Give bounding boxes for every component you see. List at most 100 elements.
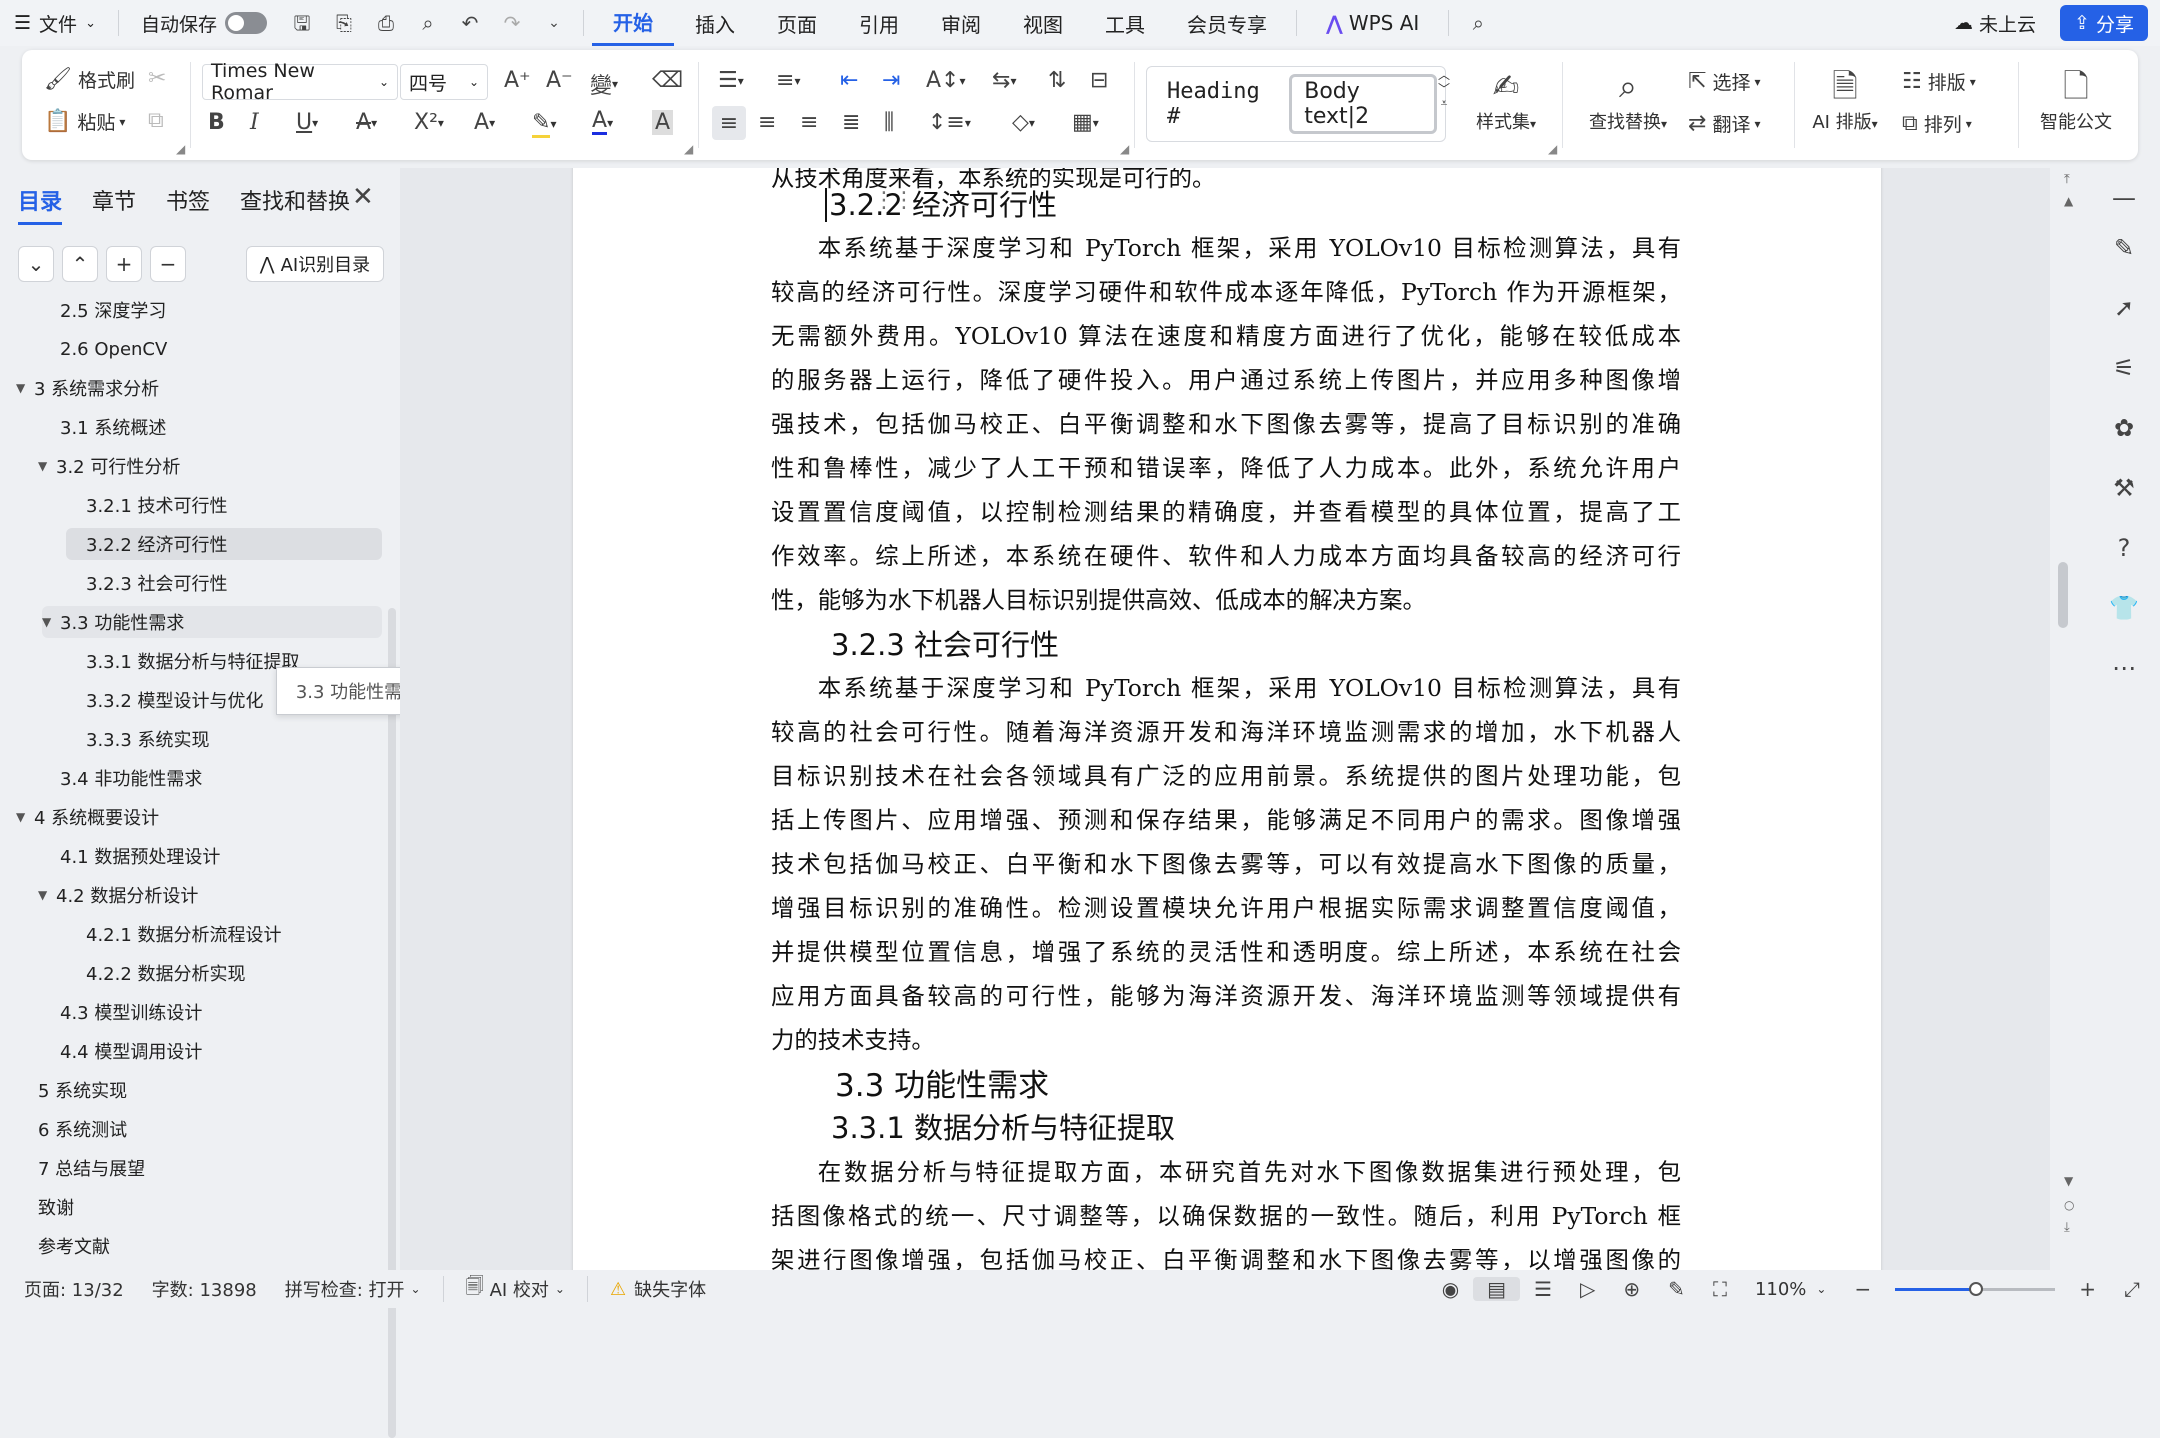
highlight-icon[interactable]: ✎ ▾ (532, 110, 556, 138)
toc-item[interactable]: ▼ 3.3 功能性需求 (42, 606, 382, 638)
pen-icon[interactable]: ✎ (2106, 230, 2142, 266)
toggle-switch[interactable] (224, 12, 267, 34)
word-count[interactable]: 字数: 13898 (138, 1276, 271, 1302)
numbering-icon[interactable]: ≡ ▾ (776, 68, 800, 93)
bold-icon[interactable]: B (208, 110, 225, 135)
tab-toc[interactable]: 目录 (18, 184, 63, 225)
play-icon[interactable]: ▷ (1566, 1277, 1609, 1301)
tab-sections[interactable]: 章节 (92, 184, 136, 225)
toc-item[interactable]: 致谢 (38, 1191, 74, 1223)
scroll-down-icon[interactable]: ▼ (2064, 1174, 2073, 1188)
font-launcher-icon[interactable]: ◢ (684, 142, 693, 156)
toc-item[interactable]: 3.3.1 数据分析与特征提取 (86, 645, 300, 677)
tab-page[interactable]: 页面 (756, 0, 838, 46)
clipboard-launcher-icon[interactable]: ◢ (176, 142, 185, 156)
ai-proofread[interactable]: 🗐 AI 校对 ⌄ (452, 1274, 579, 1304)
ai-toc-button[interactable]: ⋀ AI识别目录 (246, 246, 384, 282)
char-shading-icon[interactable]: A (652, 110, 674, 135)
translate-button[interactable]: ⇄ 翻译 ▾ (1688, 110, 1760, 137)
document-scrollbar[interactable]: ⤒ ▲ ▼ ○ ⤓ (2054, 168, 2086, 1270)
bullets-icon[interactable]: ☰ ▾ (718, 68, 744, 93)
expand-triangle-icon[interactable]: ▼ (16, 810, 34, 824)
cut-button[interactable]: ✂ (148, 66, 166, 91)
toc-item[interactable]: ▼ 3 系统需求分析 (16, 372, 159, 404)
browse-object-icon[interactable]: ○ (2064, 1198, 2074, 1212)
expand-triangle-icon[interactable]: ▼ (42, 615, 60, 629)
print-icon[interactable]: ⎙ (375, 12, 397, 34)
outline-view-icon[interactable]: ☰ (1520, 1277, 1566, 1301)
copy-button[interactable]: ⧉ (148, 108, 164, 133)
tab-references[interactable]: 引用 (838, 0, 920, 46)
zoom-out-icon[interactable]: − (1840, 1277, 1885, 1301)
tab-insert[interactable]: 插入 (674, 0, 756, 46)
paragraph-launcher-icon[interactable]: ◢ (1120, 142, 1129, 156)
toc-item[interactable]: 3.2.3 社会可行性 (86, 567, 228, 599)
zoom-in-icon[interactable]: + (2065, 1277, 2110, 1301)
autosave-toggle[interactable]: 自动保存 (127, 0, 281, 46)
scroll-thumb[interactable] (2058, 562, 2068, 628)
tab-view[interactable]: 视图 (1002, 0, 1084, 46)
style-set-button[interactable]: ✍ 样式集▾ (1466, 64, 1546, 134)
decrease-indent-icon[interactable]: ⇤ (840, 68, 858, 93)
ai-layout-button[interactable]: 🗎 AI 排版▾ (1802, 64, 1888, 134)
toc-item[interactable]: 3.4 非功能性需求 (60, 762, 202, 794)
zoom-slider-knob[interactable] (1969, 1281, 1984, 1296)
page-view-icon[interactable]: ▤ (1473, 1277, 1521, 1301)
line-break-icon[interactable]: ⇆ ▾ (992, 68, 1016, 93)
toc-item[interactable]: ▼ 4.2 数据分析设计 (38, 879, 198, 911)
sliders-icon[interactable]: ⚟ (2106, 350, 2142, 386)
toc-item[interactable]: 2.5 深度学习 (60, 294, 166, 326)
tab-member[interactable]: 会员专享 (1166, 0, 1288, 46)
toc-item[interactable]: 4.3 模型训练设计 (60, 996, 202, 1028)
shrink-font-icon[interactable]: A⁻ (546, 68, 573, 93)
share-button[interactable]: ⇪ 分享 (2060, 5, 2148, 41)
fit-page-icon[interactable]: ⛶ (1699, 1277, 1741, 1301)
expand-up-button[interactable]: ⌃ (62, 246, 98, 282)
web-view-icon[interactable]: ⊕ (1609, 1277, 1654, 1301)
toc-item[interactable]: ▼ 3.2 可行性分析 (38, 450, 180, 482)
select-button[interactable]: ⇱ 选择 ▾ (1688, 68, 1760, 95)
sort-icon[interactable]: ⇅ (1048, 68, 1066, 93)
toc-item[interactable]: 3.3.3 系统实现 (86, 723, 210, 755)
line-spacing-icon[interactable]: ↕≡ ▾ (928, 110, 971, 135)
show-marks-icon[interactable]: ⊟ (1090, 68, 1108, 93)
sidebar-scrollbar[interactable] (388, 608, 396, 1438)
file-menu[interactable]: ☰ 文件 ⌄ (0, 0, 110, 46)
italic-icon[interactable]: I (250, 110, 259, 135)
layout-button[interactable]: ☷ 排版 ▾ (1902, 68, 1976, 95)
search-icon[interactable]: ⌕ (1467, 12, 1489, 34)
collapse-all-button[interactable]: ⌄ (18, 246, 54, 282)
sticker-icon[interactable]: ✿ (2106, 410, 2142, 446)
toc-item[interactable]: 3.3.2 模型设计与优化 (86, 684, 264, 716)
eye-protection-icon[interactable]: ◉ (1428, 1277, 1473, 1301)
scroll-top-icon[interactable]: ⤒ (2064, 172, 2070, 187)
tab-home[interactable]: 开始 (591, 0, 674, 46)
zoom-slider[interactable] (1895, 1281, 2056, 1296)
toc-item[interactable]: 3.1 系统概述 (60, 411, 166, 443)
minimize-panel-icon[interactable]: — (2106, 180, 2142, 216)
tab-tools[interactable]: 工具 (1084, 0, 1166, 46)
toc-item[interactable]: 4.1 数据预处理设计 (60, 840, 220, 872)
undo-icon[interactable]: ↶ (459, 12, 481, 34)
smart-document-button[interactable]: 🗋 智能公文 (2026, 64, 2126, 134)
style-heading[interactable]: Heading # (1155, 74, 1289, 134)
toc-item[interactable]: 3.2.2 经济可行性 (66, 528, 382, 560)
zoom-level[interactable]: 110% ⌄ (1741, 1279, 1841, 1300)
underline-icon[interactable]: U ▾ (296, 110, 318, 135)
toc-item[interactable]: ▼ 4 系统概要设计 (16, 801, 159, 833)
toc-item[interactable]: 2.6 OpenCV (60, 333, 167, 365)
expand-triangle-icon[interactable]: ▼ (38, 459, 56, 473)
increase-indent-icon[interactable]: ⇥ (882, 68, 900, 93)
tab-bookmarks[interactable]: 书签 (166, 184, 210, 225)
page-indicator[interactable]: 页面: 13/32 (0, 1276, 138, 1302)
fullscreen-icon[interactable]: ⤢ (2110, 1277, 2160, 1301)
cloud-status[interactable]: ☁ 未上云 (1940, 0, 2050, 46)
superscript-icon[interactable]: X² ▾ (414, 110, 444, 135)
borders-icon[interactable]: ▦ ▾ (1072, 110, 1099, 135)
font-size-select[interactable]: 四号 ⌄ (400, 64, 488, 100)
add-heading-button[interactable]: + (106, 246, 142, 282)
document-page[interactable]: ⋮⋮ 从技术角度来看，本系统的实现是可行的。 3.2.2 经济可行性 本系统基于… (573, 168, 1881, 1270)
text-effect-icon[interactable]: A ▾ (474, 110, 495, 135)
align-center-icon[interactable]: ≡ (758, 110, 776, 135)
tab-review[interactable]: 审阅 (920, 0, 1002, 46)
